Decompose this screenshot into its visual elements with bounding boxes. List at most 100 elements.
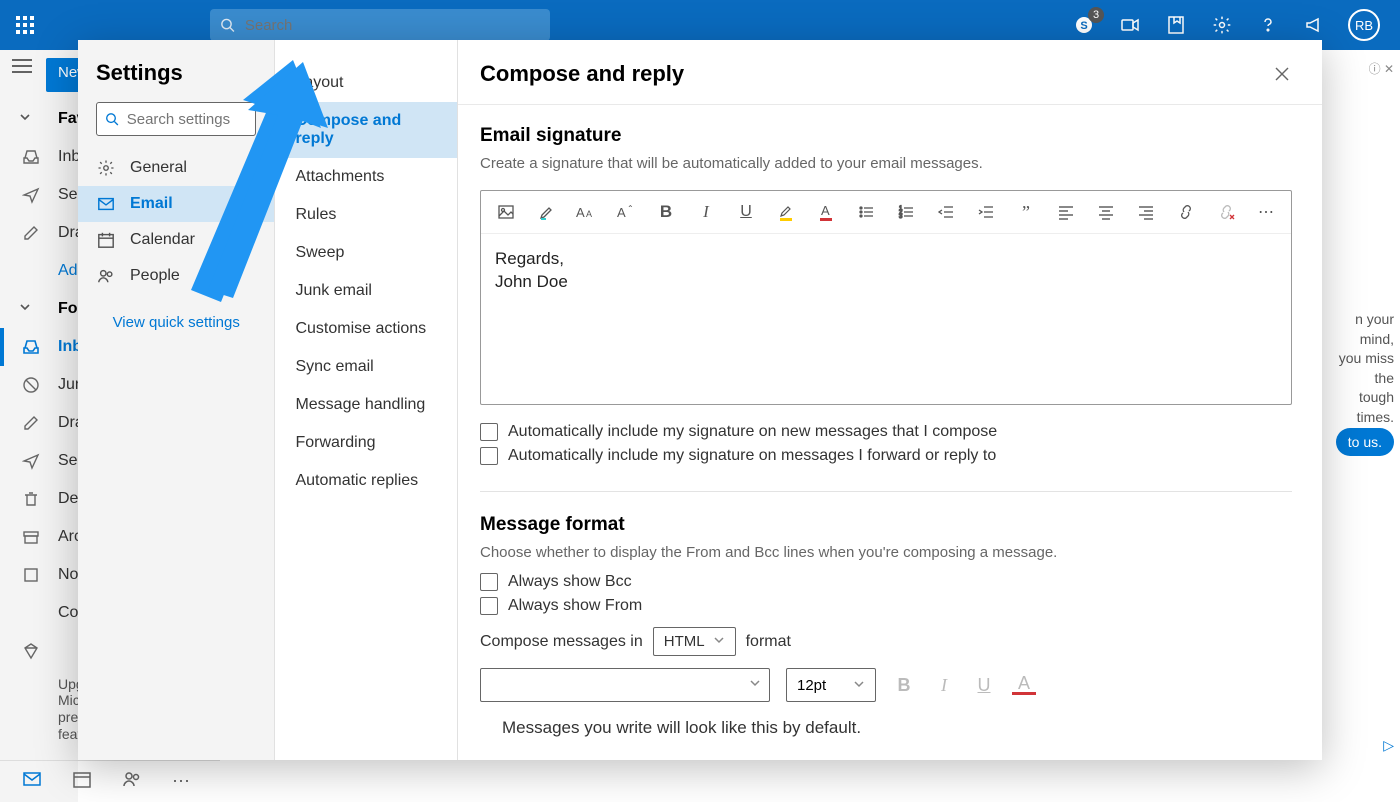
global-search[interactable] (210, 9, 550, 41)
meet-now-icon (1120, 15, 1140, 35)
sent-icon (22, 452, 40, 475)
tips-button[interactable] (1164, 13, 1188, 37)
panel-body[interactable]: Email signature Create a signature that … (458, 105, 1322, 760)
meet-now-button[interactable] (1118, 13, 1142, 37)
underline-button[interactable]: U (735, 201, 757, 223)
signature-textarea[interactable]: Regards, John Doe (481, 234, 1291, 404)
default-bold-button[interactable]: B (892, 675, 916, 696)
category-email[interactable]: Email (78, 186, 274, 222)
sub-rules[interactable]: Rules (275, 196, 457, 234)
default-underline-button[interactable]: U (972, 675, 996, 696)
indent-button[interactable] (975, 201, 997, 223)
checkbox-show-bcc[interactable]: Always show Bcc (480, 573, 1292, 591)
outdent-button[interactable] (935, 201, 957, 223)
hamburger-button[interactable] (12, 58, 32, 79)
unlink-button[interactable] (1215, 201, 1237, 223)
quote-button[interactable]: ” (1015, 201, 1037, 223)
sub-autoreplies[interactable]: Automatic replies (275, 462, 457, 500)
outdent-icon (938, 204, 954, 220)
compose-in-label-post: format (746, 633, 791, 651)
align-right-icon (1138, 204, 1154, 220)
section-divider (480, 491, 1292, 492)
settings-search[interactable] (96, 102, 256, 136)
people-module-button[interactable] (122, 769, 142, 794)
waffle-icon (16, 16, 34, 34)
compose-format-select[interactable]: HTML (653, 627, 736, 656)
bold-button[interactable]: B (655, 201, 677, 223)
people-icon (122, 769, 142, 789)
help-icon (1259, 16, 1277, 34)
checkbox-box (480, 573, 498, 591)
adchoices-icon[interactable]: ▷ (1383, 737, 1394, 754)
close-button[interactable] (1268, 60, 1296, 88)
align-left-button[interactable] (1055, 201, 1077, 223)
feedback-button[interactable] (1302, 13, 1326, 37)
more-modules-button[interactable]: ⋯ (172, 771, 190, 792)
svg-text:⌃: ⌃ (627, 204, 634, 213)
sub-customise[interactable]: Customise actions (275, 310, 457, 348)
text-highlight-color-button[interactable] (775, 201, 797, 223)
category-general[interactable]: General (78, 150, 274, 186)
align-center-button[interactable] (1095, 201, 1117, 223)
settings-button[interactable] (1210, 13, 1234, 37)
category-label: Calendar (130, 231, 195, 249)
checkbox-include-reply[interactable]: Automatically include my signature on me… (480, 447, 1292, 465)
help-button[interactable] (1256, 13, 1280, 37)
font-size-icon: A⌃ (617, 204, 635, 220)
sub-compose-reply[interactable]: Compose and reply (275, 102, 457, 158)
font-size-button[interactable]: A⌃ (615, 201, 637, 223)
gear-icon (96, 159, 116, 177)
sig-line2: John Doe (495, 272, 568, 291)
calendar-icon (72, 769, 92, 789)
format-section-title: Message format (480, 514, 1292, 536)
font-family-select[interactable] (480, 668, 770, 702)
checkbox-box (480, 423, 498, 441)
insert-image-button[interactable] (495, 201, 517, 223)
sub-layout[interactable]: Layout (275, 64, 457, 102)
checkbox-show-from[interactable]: Always show From (480, 597, 1292, 615)
sub-sweep[interactable]: Sweep (275, 234, 457, 272)
font-family-button[interactable]: AA (575, 201, 597, 223)
category-people[interactable]: People (78, 258, 274, 294)
numbering-button[interactable]: 123 (895, 201, 917, 223)
sub-junk[interactable]: Junk email (275, 272, 457, 310)
sent-icon (22, 186, 40, 209)
editor-toolbar: AA A⌃ B I U A 123 ” ⋯ (481, 191, 1291, 234)
app-launcher-button[interactable] (0, 0, 50, 50)
panel-title: Compose and reply (480, 61, 684, 87)
checkbox-label: Always show From (508, 597, 642, 615)
ad-sidebar: ⓘ ✕ n your mind, you miss the tough time… (1320, 50, 1400, 760)
bullets-button[interactable] (855, 201, 877, 223)
close-icon (1274, 66, 1290, 82)
category-calendar[interactable]: Calendar (78, 222, 274, 258)
calendar-module-button[interactable] (72, 769, 92, 794)
italic-button[interactable]: I (695, 201, 717, 223)
calendar-icon (96, 231, 116, 249)
font-size-select[interactable]: 12pt (786, 668, 876, 702)
global-search-input[interactable] (243, 16, 540, 35)
inbox-icon (22, 148, 40, 171)
ad-cta-button[interactable]: to us. (1336, 428, 1394, 456)
mail-module-button[interactable] (22, 769, 42, 794)
skype-button[interactable]: S 3 (1072, 13, 1096, 37)
sub-forwarding[interactable]: Forwarding (275, 424, 457, 462)
account-avatar[interactable]: RB (1348, 9, 1380, 41)
sub-handling[interactable]: Message handling (275, 386, 457, 424)
highlight-button[interactable] (535, 201, 557, 223)
highlight-color-icon (778, 203, 794, 221)
sub-attachments[interactable]: Attachments (275, 158, 457, 196)
font-color-button[interactable]: A (815, 201, 837, 223)
more-formatting-button[interactable]: ⋯ (1255, 201, 1277, 223)
chevron-down-icon (749, 676, 761, 694)
sub-sync[interactable]: Sync email (275, 348, 457, 386)
settings-search-input[interactable] (125, 110, 248, 129)
default-font-color-button[interactable]: A (1012, 676, 1036, 695)
checkbox-include-new[interactable]: Automatically include my signature on ne… (480, 423, 1292, 441)
default-italic-button[interactable]: I (932, 675, 956, 696)
link-button[interactable] (1175, 201, 1197, 223)
link-icon (1177, 204, 1195, 220)
ad-info-close[interactable]: ⓘ ✕ (1369, 60, 1394, 77)
view-quick-settings-link[interactable]: View quick settings (78, 314, 274, 331)
align-right-button[interactable] (1135, 201, 1157, 223)
sig-line1: Regards, (495, 249, 564, 268)
